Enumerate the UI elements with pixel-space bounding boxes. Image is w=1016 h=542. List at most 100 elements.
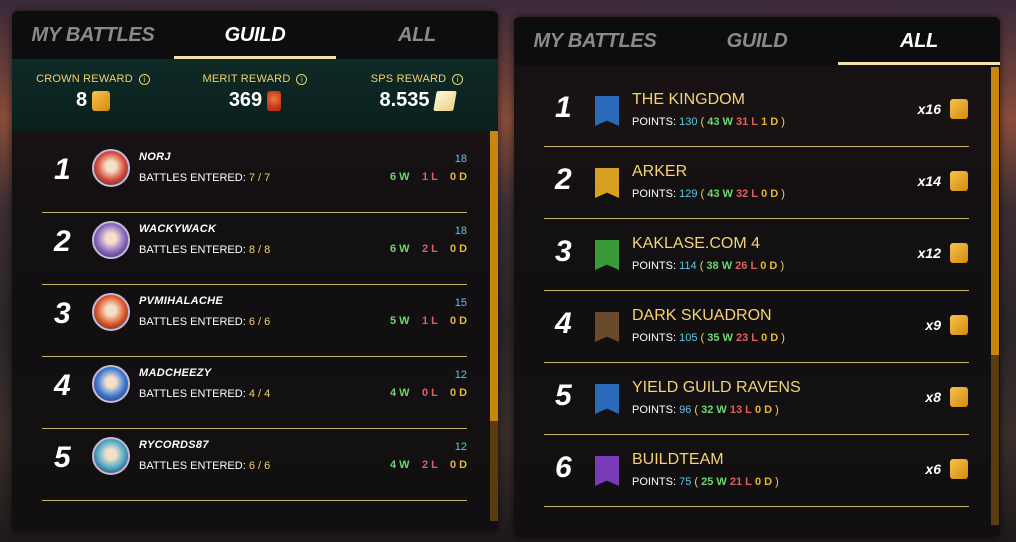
player-name[interactable]: MADCHEEZY [139, 367, 211, 379]
rank-number: 2 [54, 225, 71, 258]
losses: 32 L [735, 188, 758, 200]
wins: 5 W [390, 315, 410, 327]
rank-number: 3 [54, 297, 71, 330]
guild-name[interactable]: YIELD GUILD RAVENS [632, 379, 801, 397]
battles-entered-label: BATTLES ENTERED: [139, 388, 246, 400]
info-icon[interactable]: i [138, 73, 150, 85]
rank-number: 3 [555, 235, 572, 268]
row-divider [42, 500, 467, 501]
losses: 1 L [422, 171, 438, 183]
draws: 0 D [450, 315, 468, 327]
battles-entered: BATTLES ENTERED: 6 / 6 [139, 460, 270, 472]
player-avatar[interactable] [92, 221, 130, 259]
guild-leaderboard-panel: MY BATTLES GUILD ALL CROWN REWARD i 8 MER… [12, 11, 498, 532]
player-avatar[interactable] [92, 293, 130, 331]
crown-reward-label: CROWN REWARD [36, 73, 133, 85]
losses: 2 L [422, 243, 438, 255]
reward-multiplier: x14 [917, 173, 941, 189]
wins: 4 W [390, 459, 410, 471]
sps-reward-value: 8.535 [379, 89, 430, 111]
gold-chip-icon [950, 387, 968, 407]
record-open-paren: ( [700, 116, 705, 128]
battles-entered: BATTLES ENTERED: 7 / 7 [139, 172, 270, 184]
player-avatar[interactable] [92, 437, 130, 475]
guild-points: POINTS: 105 ( 35 W 23 L 0 D ) [632, 332, 785, 344]
guild-points: POINTS: 114 ( 38 W 26 L 0 D ) [632, 260, 784, 272]
record-close-paren: ) [781, 188, 785, 200]
player-avatar[interactable] [92, 149, 130, 187]
record-close-paren: ) [775, 404, 779, 416]
record-close-paren: ) [781, 116, 785, 128]
sps-reward: SPS REWARD i 8.535 [336, 59, 498, 131]
draws: 0 D [450, 387, 468, 399]
wins: 43 W [707, 116, 733, 128]
reward-multiplier: x16 [917, 101, 941, 117]
tab-my-battles[interactable]: MY BATTLES [12, 11, 174, 59]
record-close-paren: ) [775, 476, 779, 488]
player-row[interactable]: 2 WACKYWACK BATTLES ENTERED: 8 / 8 18 6 W 2 L… [12, 203, 482, 285]
player-name[interactable]: NORJ [139, 151, 171, 163]
merit-icon [267, 90, 282, 111]
scrollbar[interactable] [991, 67, 999, 525]
reward-multiplier: x6 [925, 461, 941, 477]
tab-bar: MY BATTLES GUILD ALL [514, 17, 1000, 65]
points-label: POINTS: [632, 116, 677, 128]
player-row[interactable]: 1 NORJ BATTLES ENTERED: 7 / 7 18 6 W 1 L 0 D [12, 131, 482, 213]
reward-multiplier: x12 [917, 245, 941, 261]
wins: 38 W [706, 260, 733, 272]
info-icon[interactable]: i [296, 73, 308, 85]
scroll-thumb[interactable] [991, 67, 999, 355]
info-icon[interactable]: i [452, 73, 464, 85]
player-name[interactable]: PVMIHALACHE [139, 295, 223, 307]
wins: 4 W [390, 387, 410, 399]
scrollbar[interactable] [490, 131, 498, 521]
record-close-paren: ) [781, 332, 785, 344]
draws: 0 D [760, 260, 778, 272]
guild-row[interactable]: 2 ARKER POINTS: 129 ( 43 W 32 L 0 D ) x14 [514, 137, 989, 219]
points-label: POINTS: [632, 404, 677, 416]
points-value: 105 [679, 332, 698, 344]
guild-row[interactable]: 4 DARK SKUADRON POINTS: 105 ( 35 W 23 L 0 … [514, 281, 989, 363]
wins: 6 W [390, 243, 410, 255]
merit-reward: MERIT REWARD i 369 [174, 59, 336, 131]
record-open-paren: ( [699, 260, 704, 272]
losses: 0 L [422, 387, 438, 399]
merit-reward-value: 369 [228, 89, 263, 111]
guild-name[interactable]: ARKER [632, 163, 687, 181]
guild-name[interactable]: DARK SKUADRON [632, 307, 772, 325]
wins: 32 W [701, 404, 727, 416]
player-name[interactable]: WACKYWACK [139, 223, 216, 235]
sps-reward-label: SPS REWARD [370, 73, 447, 85]
losses: 1 L [422, 315, 438, 327]
player-row[interactable]: 5 RYCORDS87 BATTLES ENTERED: 6 / 6 12 4 W 2 L… [12, 419, 482, 501]
guild-row[interactable]: 5 YIELD GUILD RAVENS POINTS: 96 ( 32 W 13 … [514, 353, 989, 435]
tab-all[interactable]: ALL [336, 11, 498, 59]
guild-banner-icon [595, 96, 619, 126]
tab-guild[interactable]: GUILD [676, 17, 838, 65]
tab-my-battles[interactable]: MY BATTLES [514, 17, 676, 65]
battles-entered: BATTLES ENTERED: 8 / 8 [139, 244, 270, 256]
guild-row[interactable]: 3 KAKLASE.COM 4 POINTS: 114 ( 38 W 26 L 0 … [514, 209, 989, 291]
points-label: POINTS: [632, 332, 677, 344]
guild-name[interactable]: THE KINGDOM [632, 91, 745, 109]
points-label: POINTS: [632, 260, 677, 272]
guild-row[interactable]: 1 THE KINGDOM POINTS: 130 ( 43 W 31 L 1 D … [514, 65, 989, 147]
tab-all[interactable]: ALL [838, 17, 1000, 65]
player-row[interactable]: 3 PVMIHALACHE BATTLES ENTERED: 6 / 6 15 5 W 1… [12, 275, 482, 357]
player-avatar[interactable] [92, 365, 130, 403]
record-open-paren: ( [700, 332, 705, 344]
guild-name[interactable]: KAKLASE.COM 4 [632, 235, 760, 253]
player-name[interactable]: RYCORDS87 [139, 439, 209, 451]
player-list: 1 NORJ BATTLES ENTERED: 7 / 7 18 6 W 1 L 0 D 2 W… [12, 131, 498, 532]
player-row[interactable]: 4 MADCHEEZY BATTLES ENTERED: 4 / 4 12 4 W 0 L… [12, 347, 482, 429]
guild-name[interactable]: BUILDTEAM [632, 451, 724, 469]
tab-guild[interactable]: GUILD [174, 11, 336, 59]
losses: 13 L [729, 404, 752, 416]
rating-value: 12 [454, 441, 467, 453]
guild-row[interactable]: 6 BUILDTEAM POINTS: 75 ( 25 W 21 L 0 D ) x6 [514, 425, 989, 507]
rank-number: 4 [555, 307, 572, 340]
battles-entered-value: 6 / 6 [248, 316, 271, 328]
gold-chip-icon [950, 99, 968, 119]
draws: 0 D [450, 459, 468, 471]
scroll-thumb[interactable] [490, 131, 498, 421]
